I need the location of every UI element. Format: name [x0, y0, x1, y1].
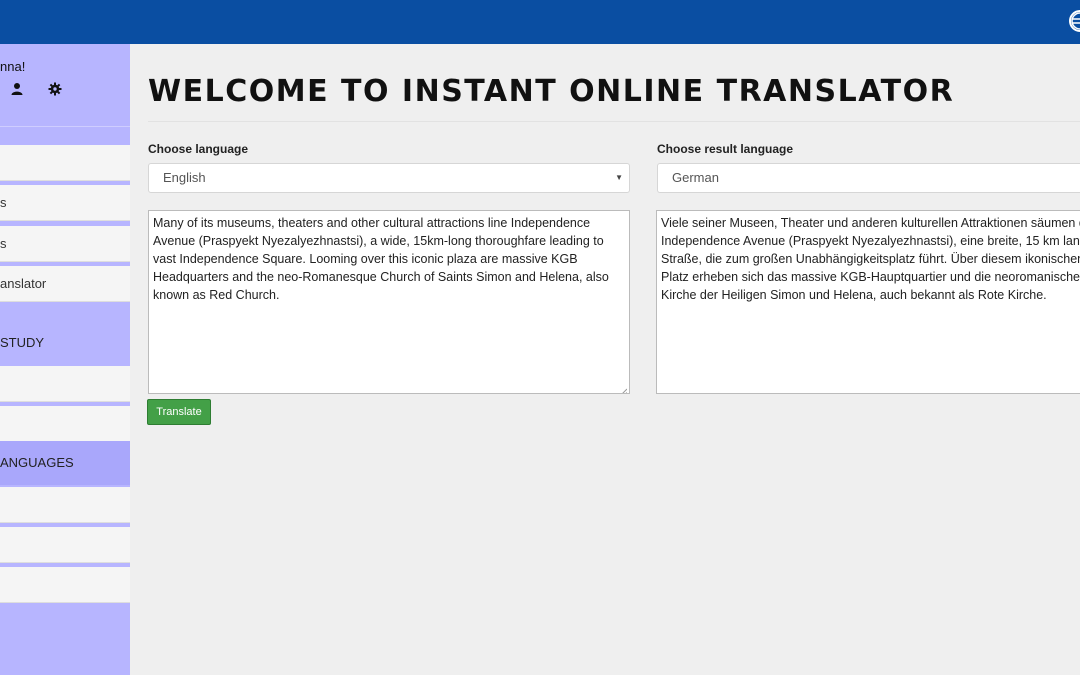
- sidebar-item-5[interactable]: [0, 406, 130, 442]
- sidebar-item-4[interactable]: [0, 366, 130, 402]
- result-text: Viele seiner Museen, Theater und anderen…: [661, 216, 1080, 302]
- source-language-value: English: [163, 170, 206, 185]
- page-title: Welcome to Instant Online Translator: [148, 74, 955, 109]
- title-divider: [148, 121, 1080, 122]
- result-language-value: German: [672, 170, 719, 185]
- result-text-area[interactable]: Viele seiner Museen, Theater und anderen…: [656, 210, 1080, 394]
- sidebar-item-2[interactable]: s: [0, 185, 130, 221]
- sidebar-section-languages[interactable]: ANGUAGES: [0, 441, 130, 485]
- globe-icon[interactable]: [1069, 10, 1080, 32]
- result-language-select[interactable]: German: [657, 163, 1080, 193]
- sidebar: nna! s s anslator STUDY ANGUAGES: [0, 44, 130, 675]
- user-greeting: nna!: [0, 59, 26, 74]
- sidebar-divider: [0, 126, 130, 127]
- sidebar-item-8[interactable]: [0, 567, 130, 603]
- sidebar-item-3[interactable]: s: [0, 226, 130, 262]
- source-language-label: Choose language: [148, 142, 249, 156]
- sidebar-section-study[interactable]: STUDY: [0, 321, 130, 365]
- user-icon[interactable]: [10, 82, 24, 96]
- source-language-select[interactable]: English ▼: [148, 163, 630, 193]
- sidebar-item-translator[interactable]: anslator: [0, 266, 130, 302]
- source-text-area[interactable]: Many of its museums, theaters and other …: [148, 210, 630, 394]
- gear-icon[interactable]: [48, 82, 62, 96]
- sidebar-item-6[interactable]: [0, 487, 130, 523]
- result-language-label: Choose result language: [657, 142, 794, 156]
- sidebar-item-7[interactable]: [0, 527, 130, 563]
- resize-grip-icon[interactable]: [619, 383, 628, 393]
- translate-button[interactable]: Translate: [147, 399, 211, 425]
- dropdown-caret-icon: ▼: [615, 173, 623, 182]
- sidebar-item-1[interactable]: [0, 145, 130, 181]
- top-navbar: [0, 0, 1080, 44]
- source-text: Many of its museums, theaters and other …: [153, 216, 609, 302]
